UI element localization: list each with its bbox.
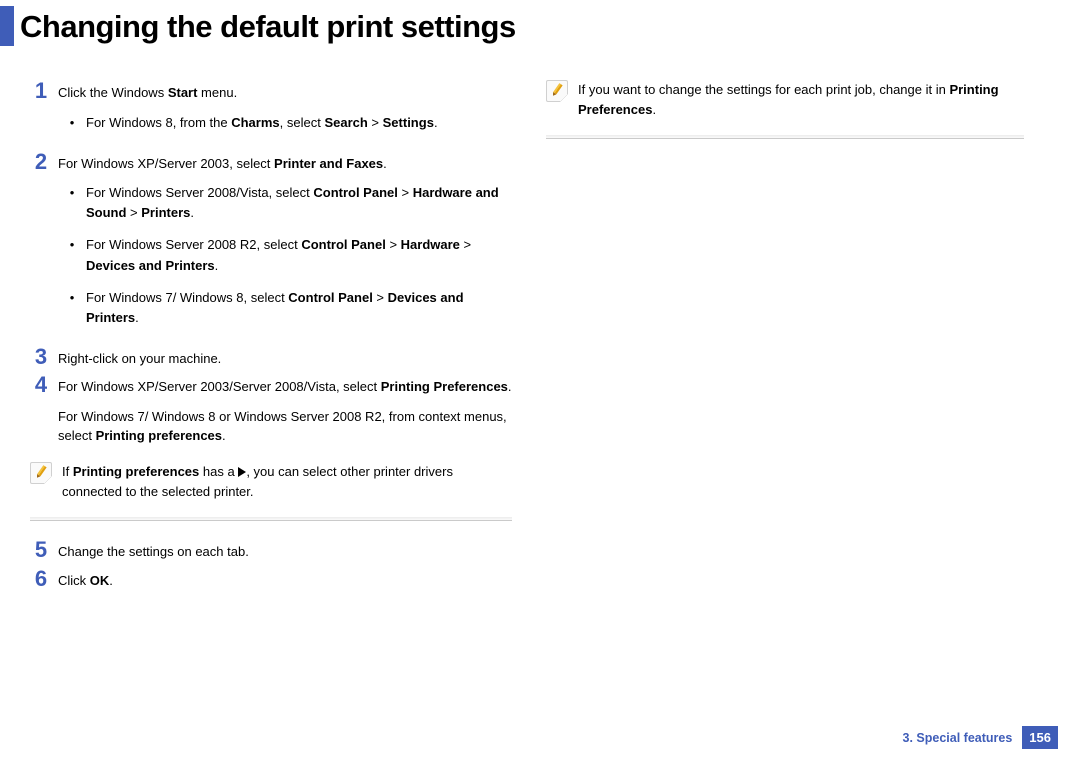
t: > (368, 115, 383, 130)
note-icon (30, 462, 52, 484)
t: Printing preferences (96, 428, 222, 443)
t: For Windows Server 2008 R2, select (86, 237, 301, 252)
step-body: Right-click on your machine. (58, 346, 512, 369)
t: > (398, 185, 413, 200)
step-4: 4 For Windows XP/Server 2003/Server 2008… (24, 374, 512, 446)
t: . (222, 428, 226, 443)
bullet: • For Windows 8, from the Charms, select… (58, 113, 512, 133)
t: has a (199, 464, 238, 479)
t: Hardware (401, 237, 460, 252)
text: Click the Windows Start menu. (58, 85, 237, 100)
bullet-text: For Windows 8, from the Charms, select S… (86, 113, 512, 133)
t: , select (280, 115, 325, 130)
bullet-text: For Windows Server 2008/Vista, select Co… (86, 183, 512, 223)
column-left: 1 Click the Windows Start menu. • For Wi… (0, 80, 524, 596)
t: Control Panel (313, 185, 398, 200)
bullet-dot: • (58, 235, 86, 255)
column-right: If you want to change the settings for e… (524, 80, 1048, 157)
page-title: Changing the default print settings (20, 11, 516, 42)
note-text: If you want to change the settings for e… (578, 80, 1024, 120)
bullet-dot: • (58, 183, 86, 203)
t: . (434, 115, 438, 130)
chapter-label: 3. Special features (903, 731, 1013, 745)
t: If (62, 464, 73, 479)
t: Printing Preferences (381, 379, 508, 394)
t: > (460, 237, 471, 252)
t: For Windows Server 2008/Vista, select (86, 185, 313, 200)
bullet-dot: • (58, 113, 86, 133)
step-body: For Windows XP/Server 2003/Server 2008/V… (58, 374, 512, 446)
t: OK (90, 573, 110, 588)
t: . (383, 156, 387, 171)
step-number: 1 (24, 80, 58, 102)
step-6: 6 Click OK. (24, 568, 512, 591)
t: Printer and Faxes (274, 156, 383, 171)
step-number: 4 (24, 374, 58, 396)
t: Control Panel (288, 290, 373, 305)
pencil-icon (547, 80, 566, 99)
t: Settings (383, 115, 434, 130)
t: Printers (141, 205, 190, 220)
pencil-icon (31, 462, 50, 481)
t: > (126, 205, 141, 220)
t: > (386, 237, 401, 252)
note-box: If you want to change the settings for e… (546, 80, 1024, 139)
step-number: 2 (24, 151, 58, 173)
title-bar: Changing the default print settings (0, 0, 1080, 52)
step-5: 5 Change the settings on each tab. (24, 539, 512, 562)
t: . (190, 205, 194, 220)
step-2: 2 For Windows XP/Server 2003, select Pri… (24, 151, 512, 340)
t: Printing preferences (73, 464, 199, 479)
step-number: 3 (24, 346, 58, 368)
t: Control Panel (301, 237, 386, 252)
t: . (652, 102, 656, 117)
t: Start (168, 85, 198, 100)
bullet: • For Windows 7/ Windows 8, select Contr… (58, 288, 512, 328)
step-number: 5 (24, 539, 58, 561)
note-text: If Printing preferences has a , you can … (62, 462, 512, 502)
bullet: • For Windows Server 2008/Vista, select … (58, 183, 512, 223)
t: If you want to change the settings for e… (578, 82, 949, 97)
t: . (109, 573, 113, 588)
note-row: If Printing preferences has a , you can … (30, 462, 512, 502)
note-icon (546, 80, 568, 102)
step-body: Click OK. (58, 568, 512, 591)
t: For Windows XP/Server 2003/Server 2008/V… (58, 379, 381, 394)
step-number: 6 (24, 568, 58, 590)
bullet-dot: • (58, 288, 86, 308)
step-body: Click the Windows Start menu. • For Wind… (58, 80, 512, 145)
step-1: 1 Click the Windows Start menu. • For Wi… (24, 80, 512, 145)
page-number-badge: 156 (1022, 726, 1058, 749)
paragraph: For Windows XP/Server 2003/Server 2008/V… (58, 377, 512, 397)
bullet: • For Windows Server 2008 R2, select Con… (58, 235, 512, 275)
t: > (373, 290, 388, 305)
text: For Windows XP/Server 2003, select Print… (58, 156, 387, 171)
t: Click (58, 573, 90, 588)
bullets: • For Windows Server 2008/Vista, select … (58, 183, 512, 328)
t: menu. (197, 85, 237, 100)
step-body: For Windows XP/Server 2003, select Print… (58, 151, 512, 340)
bullet-text: For Windows 7/ Windows 8, select Control… (86, 288, 512, 328)
step-3: 3 Right-click on your machine. (24, 346, 512, 369)
note-box: If Printing preferences has a , you can … (30, 462, 512, 521)
t: . (215, 258, 219, 273)
bullet-text: For Windows Server 2008 R2, select Contr… (86, 235, 512, 275)
t: For Windows 8, from the (86, 115, 231, 130)
note-row: If you want to change the settings for e… (546, 80, 1024, 120)
paragraph: For Windows 7/ Windows 8 or Windows Serv… (58, 407, 512, 446)
bullets: • For Windows 8, from the Charms, select… (58, 113, 512, 133)
step-body: Change the settings on each tab. (58, 539, 512, 562)
t: Search (324, 115, 367, 130)
t: . (135, 310, 139, 325)
content-columns: 1 Click the Windows Start menu. • For Wi… (0, 52, 1080, 596)
title-accent (0, 6, 14, 46)
t: Click the Windows (58, 85, 168, 100)
t: . (508, 379, 512, 394)
t: For Windows XP/Server 2003, select (58, 156, 274, 171)
t: Charms (231, 115, 279, 130)
page-footer: 3. Special features 156 (903, 726, 1058, 749)
t: Devices and Printers (86, 258, 215, 273)
t: For Windows 7/ Windows 8, select (86, 290, 288, 305)
